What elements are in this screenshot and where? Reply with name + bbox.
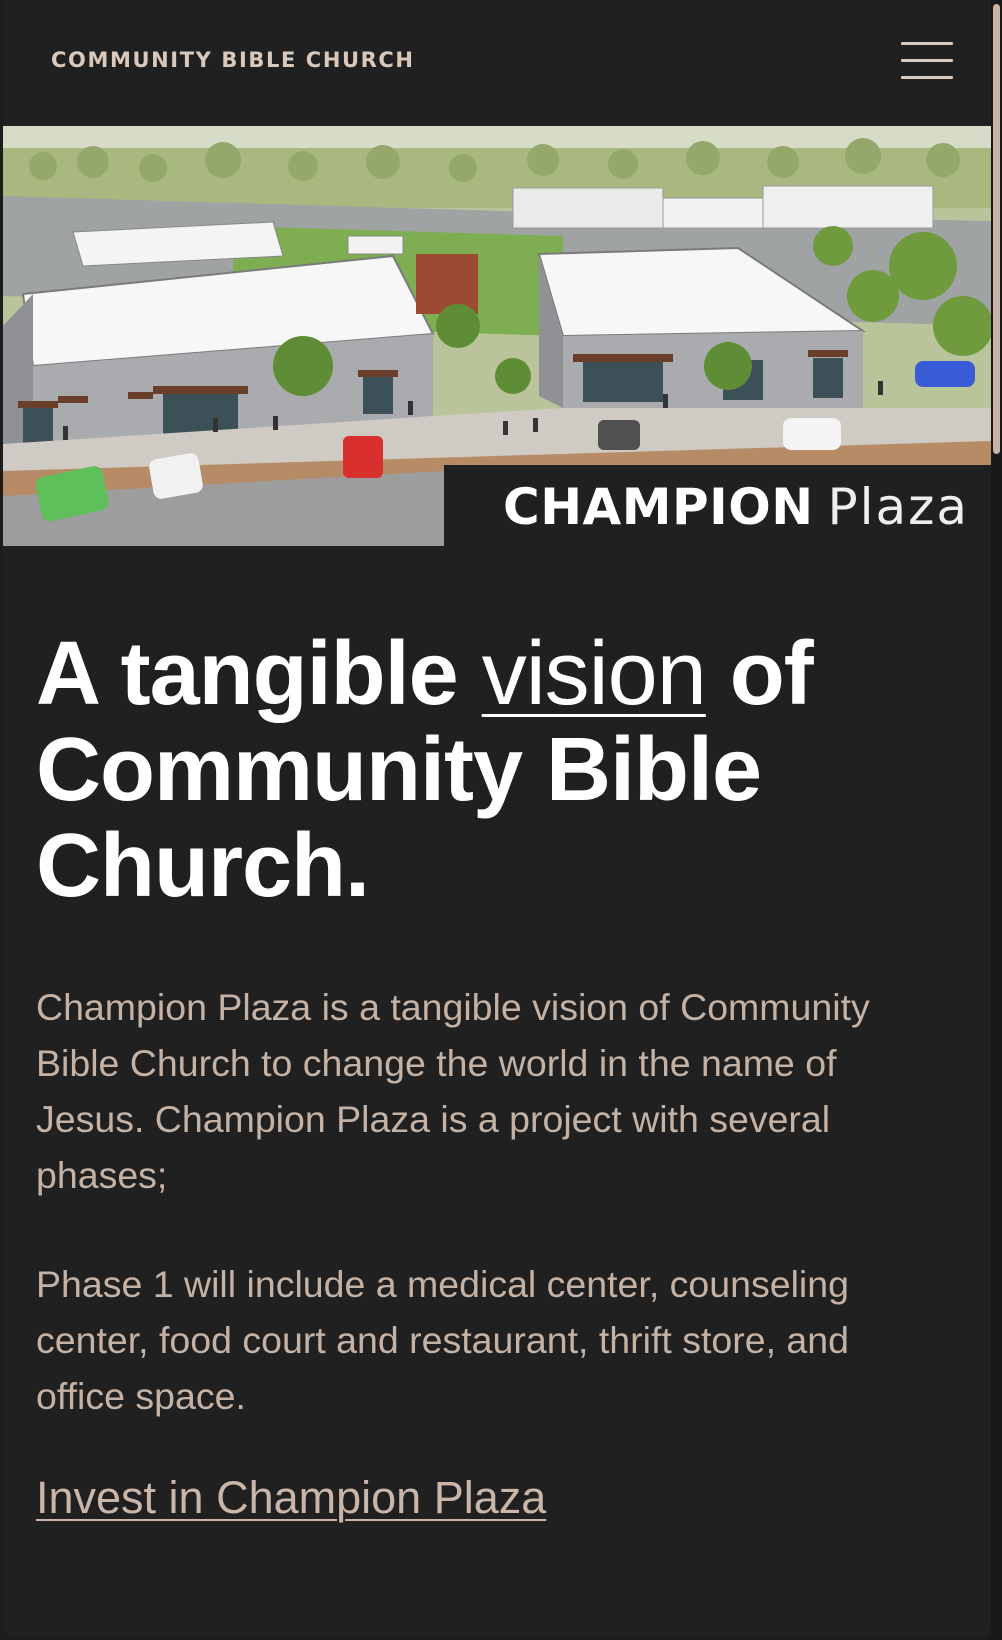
page-frame: COMMUNITY BIBLE CHURCH CHAMPION Plaza A …: [3, 0, 991, 1636]
body-paragraph-1: Champion Plaza is a tangible vision of C…: [36, 986, 870, 1196]
hero-image: CHAMPION Plaza: [3, 126, 991, 546]
menu-line: [901, 59, 953, 62]
site-header: COMMUNITY BIBLE CHURCH: [3, 0, 991, 126]
scrollbar-thumb[interactable]: [993, 4, 1000, 454]
hamburger-menu-icon[interactable]: [901, 42, 955, 82]
caption-light: Plaza: [827, 478, 970, 536]
hero-caption-text: CHAMPION Plaza: [503, 479, 969, 535]
menu-line: [901, 76, 953, 79]
body-paragraph-2: Phase 1 will include a medical center, c…: [36, 1263, 849, 1417]
page-headline: A tangible vision of Community Bible Chu…: [36, 626, 956, 914]
site-brand[interactable]: COMMUNITY BIBLE CHURCH: [51, 48, 415, 72]
caption-bold: CHAMPION: [503, 478, 814, 536]
menu-line: [901, 42, 953, 45]
invest-link[interactable]: Invest in Champion Plaza: [36, 1470, 546, 1526]
headline-emphasis: vision: [481, 624, 707, 724]
hero-caption: CHAMPION Plaza: [444, 465, 991, 546]
scrollbar[interactable]: [991, 0, 1002, 1640]
headline-part1: A tangible: [36, 624, 482, 724]
